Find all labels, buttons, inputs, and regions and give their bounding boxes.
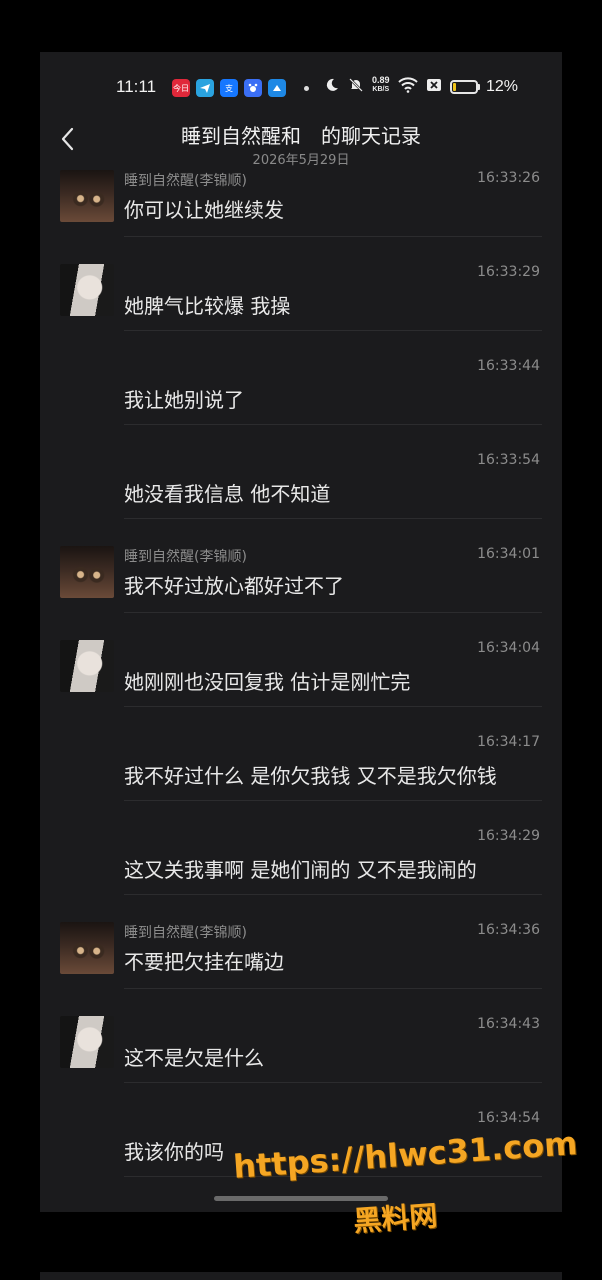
baidu-icon <box>244 79 262 97</box>
message-text: 我不好过放心都好过不了 <box>124 574 344 598</box>
message-divider <box>124 518 542 519</box>
message-row[interactable]: 睡到自然醒(李锦顺) 16:34:36 不要把欠挂在嘴边 <box>40 922 562 1016</box>
message-divider <box>124 706 542 707</box>
system-icons: 0.89 KB/S <box>324 76 442 94</box>
avatar[interactable] <box>60 640 114 692</box>
message-row[interactable]: 16:34:04 她刚刚也没回复我 估计是刚忙完 <box>40 640 562 734</box>
notification-icons: 今日 支 <box>172 79 286 97</box>
message-row[interactable]: 16:34:29 这又关我事啊 是她们闹的 又不是我闹的 <box>40 828 562 922</box>
phone-screen: 11:11 今日 支 0.89 KB/S 12% 睡到自然醒和 的聊天记录 20… <box>40 52 562 1212</box>
battery-icon <box>450 80 478 94</box>
message-time: 16:34:29 <box>477 828 540 844</box>
avatar[interactable] <box>60 170 114 222</box>
message-time: 16:34:43 <box>477 1016 540 1032</box>
message-text: 她脾气比较爆 我操 <box>124 294 291 318</box>
message-row[interactable]: 16:33:44 我让她别说了 <box>40 358 562 452</box>
message-text: 这不是欠是什么 <box>124 1046 264 1070</box>
status-bar: 11:11 今日 支 0.89 KB/S 12% <box>40 52 562 122</box>
message-divider <box>124 988 542 989</box>
message-text: 我让她别说了 <box>124 388 244 412</box>
message-time: 16:34:17 <box>477 734 540 750</box>
message-text: 这又关我事啊 是她们闹的 又不是我闹的 <box>124 858 477 882</box>
battery-percent: 12% <box>486 78 519 95</box>
sender-name: 睡到自然醒(李锦顺) <box>124 549 247 565</box>
sender-name: 睡到自然醒(李锦顺) <box>124 925 247 941</box>
news-app-icon: 今日 <box>172 79 190 97</box>
message-divider <box>124 894 542 895</box>
mute-bell-icon <box>349 78 363 92</box>
battery-tip <box>478 84 480 90</box>
avatar[interactable] <box>60 546 114 598</box>
telegram-icon <box>196 79 214 97</box>
chat-date: 2026年5月29日 <box>252 153 350 168</box>
message-time: 16:33:44 <box>477 358 540 374</box>
message-time: 16:34:54 <box>477 1110 540 1126</box>
message-row[interactable]: 睡到自然醒(李锦顺) 16:33:26 你可以让她继续发 <box>40 170 562 264</box>
alipay-icon: 支 <box>220 79 238 97</box>
message-divider <box>124 1082 542 1083</box>
wifi-icon <box>397 77 418 93</box>
chat-header: 睡到自然醒和 的聊天记录 2026年5月29日 <box>40 114 562 174</box>
status-time: 11:11 <box>116 77 157 96</box>
avatar[interactable] <box>60 1016 114 1068</box>
message-row[interactable]: 睡到自然醒(李锦顺) 16:34:01 我不好过放心都好过不了 <box>40 546 562 640</box>
watermark-name: 黑料网 <box>352 1199 439 1238</box>
bottom-strip <box>40 1272 562 1280</box>
message-text: 你可以让她继续发 <box>124 198 284 222</box>
message-text: 她刚刚也没回复我 估计是刚忙完 <box>124 670 411 694</box>
sender-name: 睡到自然醒(李锦顺) <box>124 173 247 189</box>
message-divider <box>124 612 542 613</box>
message-text: 我不好过什么 是你欠我钱 又不是我欠你钱 <box>124 764 497 788</box>
network-speed: 0.89 KB/S <box>372 76 390 94</box>
message-divider <box>124 330 542 331</box>
message-row[interactable]: 16:33:54 她没看我信息 他不知道 <box>40 452 562 546</box>
message-row[interactable]: 16:34:17 我不好过什么 是你欠我钱 又不是我欠你钱 <box>40 734 562 828</box>
avatar[interactable] <box>60 264 114 316</box>
message-row[interactable]: 16:34:43 这不是欠是什么 <box>40 1016 562 1110</box>
message-time: 16:33:54 <box>477 452 540 468</box>
browser-icon <box>268 79 286 97</box>
message-time: 16:33:29 <box>477 264 540 280</box>
moon-icon <box>326 78 338 91</box>
chat-title: 睡到自然醒和 的聊天记录 <box>181 124 421 148</box>
message-time: 16:34:36 <box>477 922 540 938</box>
more-notifications-dot <box>304 86 309 91</box>
message-divider <box>124 800 542 801</box>
net-speed-unit: KB/S <box>372 86 390 93</box>
message-text: 我该你的吗 <box>124 1140 224 1164</box>
message-divider <box>124 424 542 425</box>
message-text: 不要把欠挂在嘴边 <box>124 950 284 974</box>
net-speed-value: 0.89 <box>372 75 390 85</box>
message-time: 16:33:26 <box>477 170 540 186</box>
battery-fill <box>453 83 456 91</box>
message-time: 16:34:01 <box>477 546 540 562</box>
message-text: 她没看我信息 他不知道 <box>124 482 331 506</box>
message-row[interactable]: 16:33:29 她脾气比较爆 我操 <box>40 264 562 358</box>
message-divider <box>124 236 542 237</box>
no-sim-icon <box>426 79 441 91</box>
avatar[interactable] <box>60 922 114 974</box>
message-time: 16:34:04 <box>477 640 540 656</box>
